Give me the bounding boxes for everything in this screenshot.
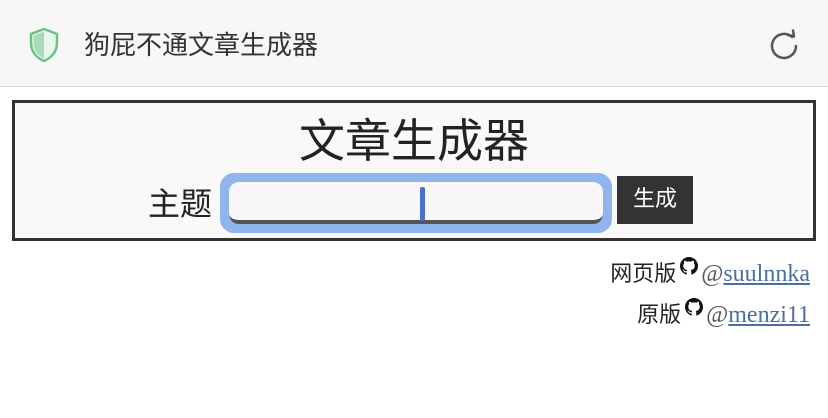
browser-top-bar: 狗屁不通文章生成器 xyxy=(0,0,828,87)
topic-label: 主题 xyxy=(148,185,213,223)
github-icon xyxy=(685,298,704,316)
text-caret xyxy=(420,187,425,221)
topic-input-focus-ring xyxy=(220,173,612,233)
credit-web-at: @ xyxy=(701,261,724,287)
menzi11-link[interactable]: menzi11 xyxy=(728,302,810,328)
github-icon xyxy=(680,257,699,275)
credit-web-label: 网页版 xyxy=(610,262,677,287)
suulnnka-link[interactable]: suulnnka xyxy=(723,261,810,287)
credit-web: 网页版 @suulnnka xyxy=(610,257,810,290)
generator-panel: 文章生成器 主题 生成 xyxy=(12,100,816,241)
topic-input[interactable] xyxy=(229,182,603,224)
generate-button[interactable]: 生成 xyxy=(617,176,693,224)
site-title: 狗屁不通文章生成器 xyxy=(84,31,319,61)
page-title: 文章生成器 xyxy=(299,114,529,168)
credit-original-at: @ xyxy=(706,302,729,328)
credit-original-label: 原版 xyxy=(637,303,682,328)
shield-icon[interactable] xyxy=(28,27,60,63)
credit-original: 原版 @menzi11 xyxy=(637,298,810,331)
reload-icon[interactable] xyxy=(764,26,804,66)
